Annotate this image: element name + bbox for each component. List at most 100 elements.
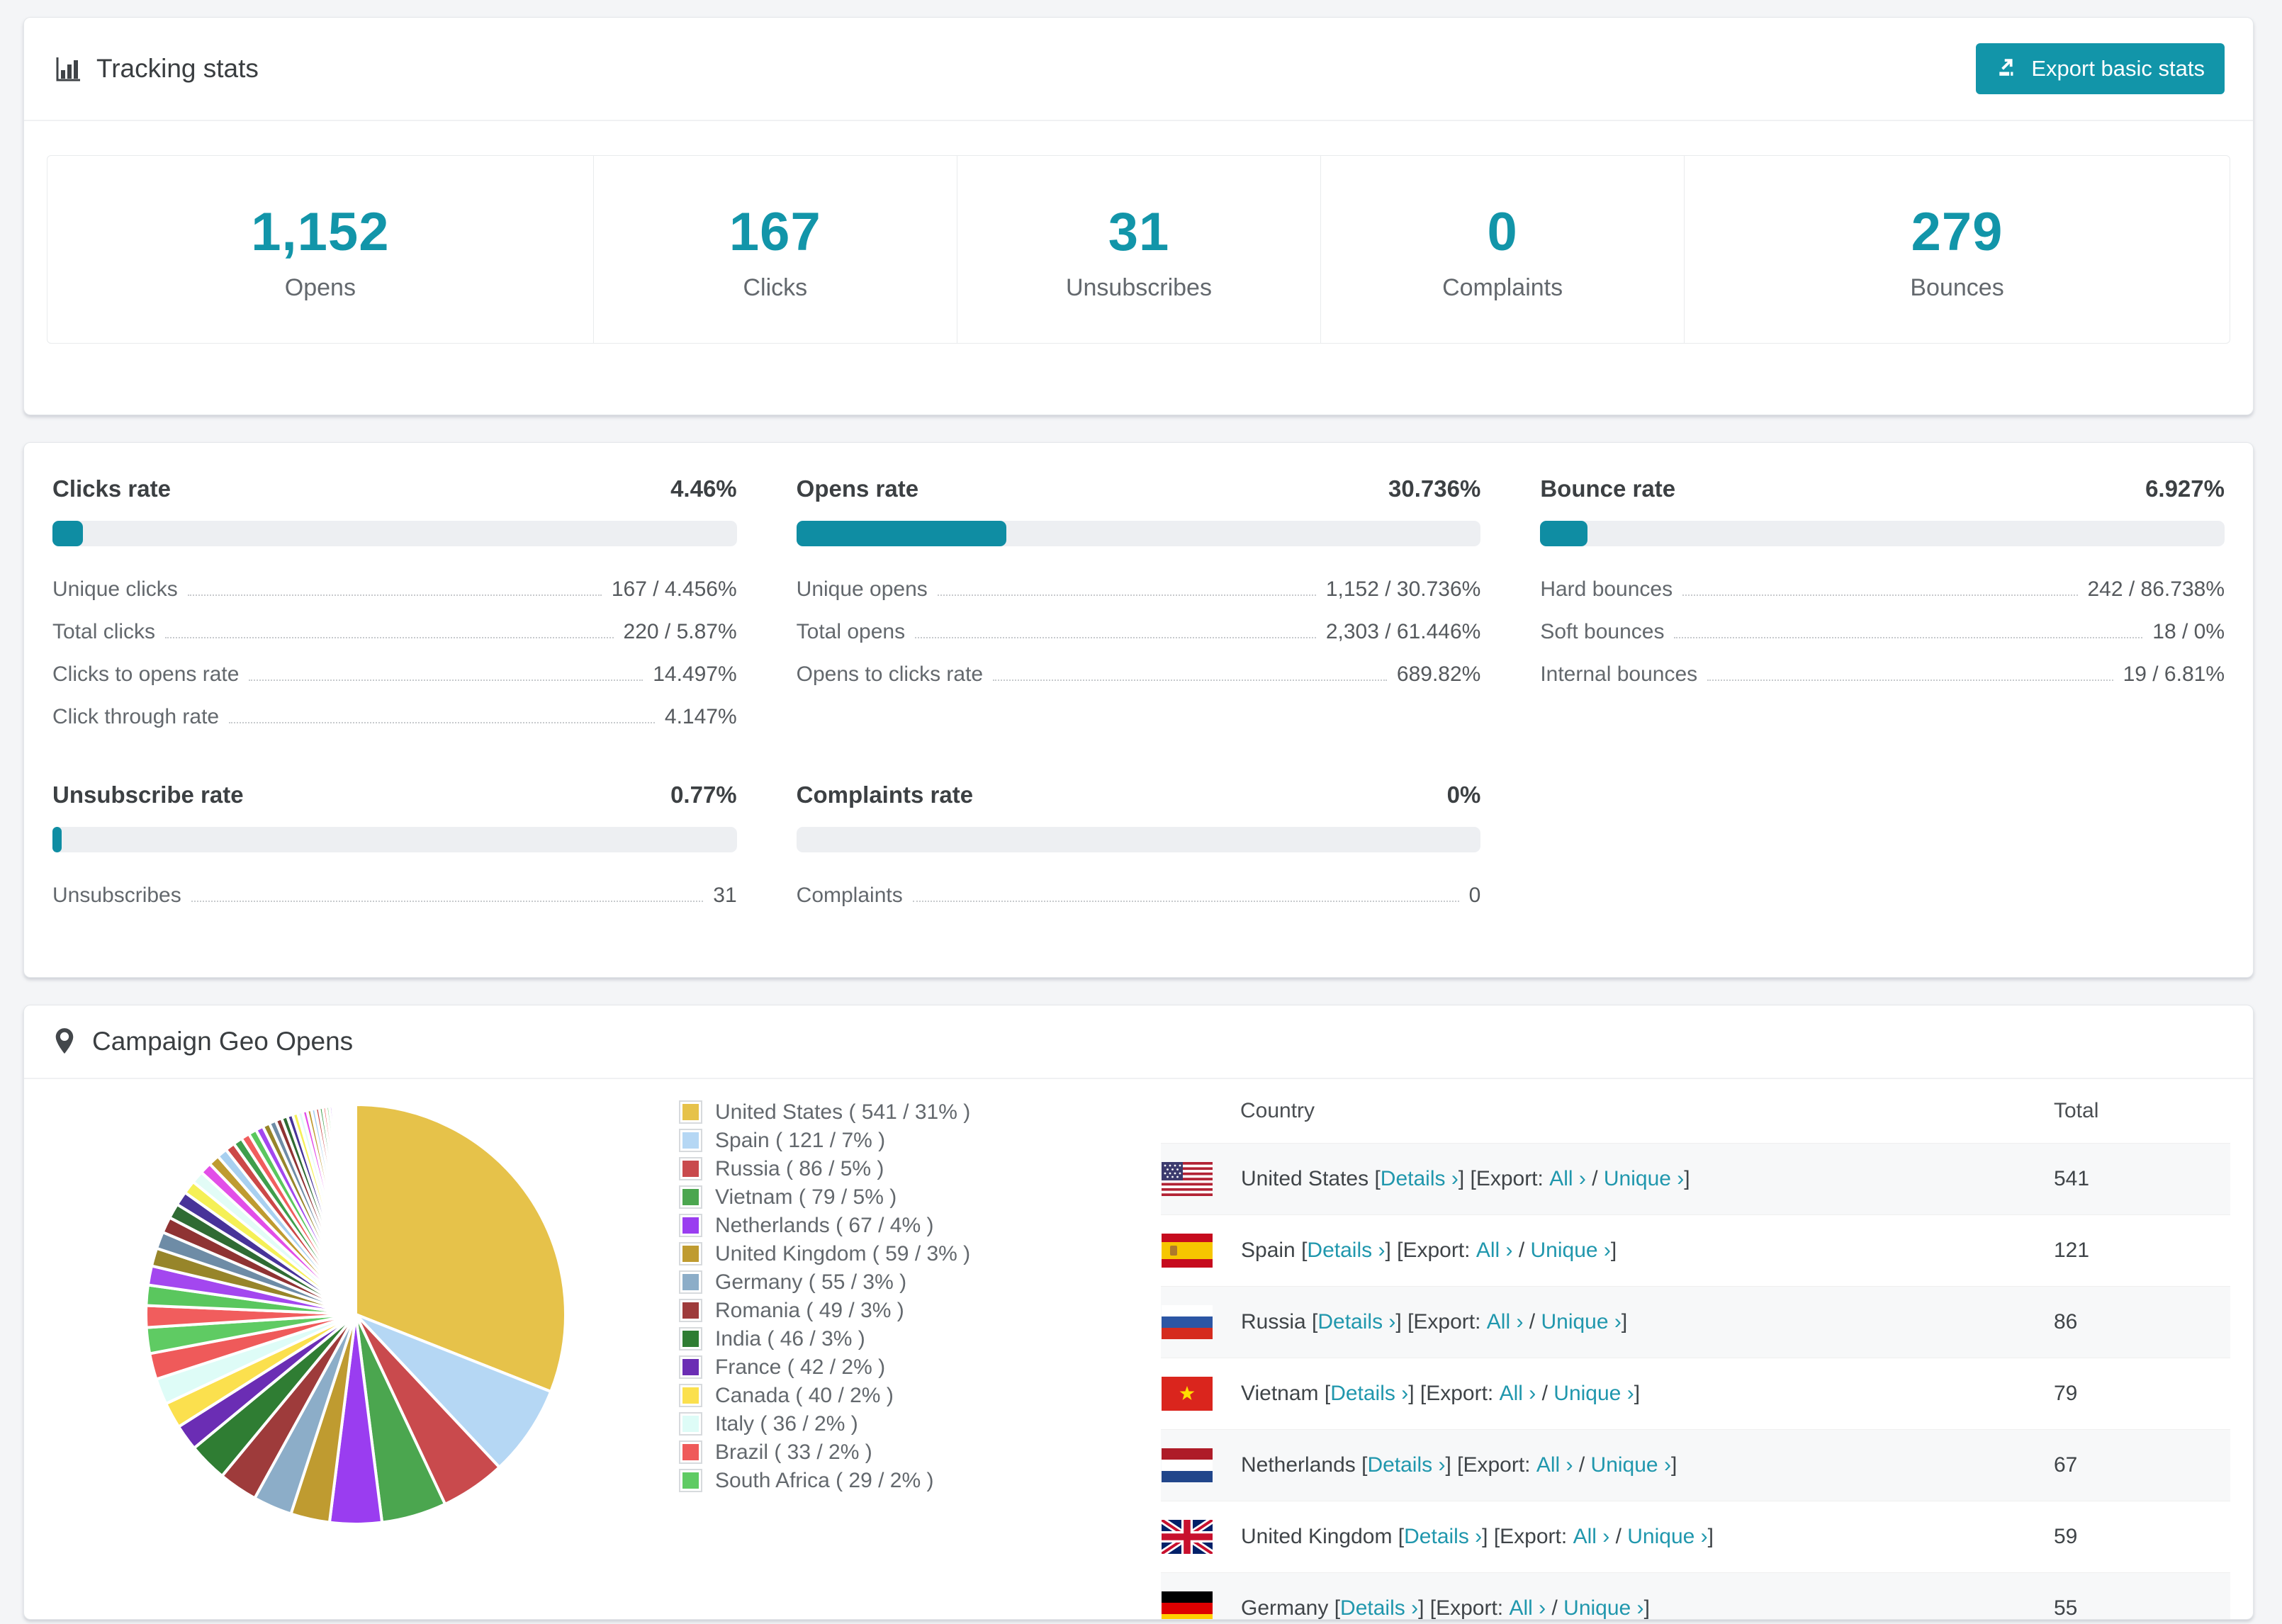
rate-head: Bounce rate 6.927%: [1540, 475, 2225, 502]
bracket: ]: [1621, 1310, 1628, 1333]
legend-item: Germany ( 55 / 3% ): [679, 1270, 1047, 1294]
legend-item: India ( 46 / 3% ): [679, 1327, 1047, 1350]
rate-row-label: Unsubscribes: [52, 884, 181, 907]
country-name: Vietnam: [1241, 1382, 1319, 1405]
stat-value: 0: [1487, 202, 1518, 262]
separator: /: [1573, 1453, 1591, 1477]
stat-value: 279: [1911, 202, 2003, 262]
legend-swatch: [679, 1270, 702, 1294]
country-cell: Russia [Details ›] [Export: All › / Uniq…: [1161, 1287, 2053, 1358]
rate-row: Hard bounces 242 / 86.738%: [1540, 577, 2225, 602]
legend-swatch: [679, 1412, 702, 1436]
tracking-stats-header: Tracking stats Export basic stats: [24, 18, 2253, 121]
legend-swatch: [679, 1440, 702, 1464]
details-link[interactable]: Details ›: [1307, 1239, 1385, 1263]
total-cell: 59: [2054, 1525, 2078, 1548]
rate-title: Unsubscribe rate: [52, 782, 244, 808]
export-basic-stats-button[interactable]: Export basic stats: [1976, 43, 2225, 94]
stat-value: 167: [729, 202, 821, 262]
rate-progress-fill: [796, 521, 1007, 546]
country-cell: Netherlands [Details ›] [Export: All › /…: [1161, 1430, 2053, 1501]
legend-label: Russia ( 86 / 5% ): [715, 1157, 884, 1180]
legend-swatch-color: [682, 1331, 699, 1347]
dotted-leader: [187, 594, 602, 596]
rate-row: Unique opens 1,152 / 30.736%: [797, 577, 1481, 602]
legend-label: Canada ( 40 / 2% ): [715, 1384, 894, 1407]
stats-row: 1,152 Opens 167 Clicks 31 Unsubscribes 0 Compla…: [47, 155, 2230, 344]
export-all-link[interactable]: All ›: [1476, 1239, 1513, 1263]
details-link[interactable]: Details ›: [1381, 1167, 1458, 1191]
dotted-leader: [1682, 594, 2078, 596]
legend-item: France ( 42 / 2% ): [679, 1355, 1047, 1379]
export-all-link[interactable]: All ›: [1536, 1453, 1573, 1477]
bracket: ]: [1684, 1167, 1690, 1190]
dotted-leader: [249, 680, 643, 681]
country-cell-content: United States [Details ›] [Export: All ›…: [1162, 1144, 2052, 1214]
export-unique-link[interactable]: Unique ›: [1531, 1239, 1611, 1263]
legend-item: Italy ( 36 / 2% ): [679, 1412, 1047, 1436]
geo-body: United States ( 541 / 31% ) Spain ( 121 /…: [24, 1079, 2253, 1619]
rate-rows: Unique clicks 167 / 4.456% Total clicks 220…: [52, 577, 737, 729]
details-link[interactable]: Details ›: [1404, 1525, 1482, 1549]
rate-title: Opens rate: [796, 475, 919, 502]
export-all-link[interactable]: All ›: [1573, 1525, 1610, 1549]
tracking-stats-card: Tracking stats Export basic stats 1,152 O…: [23, 17, 2254, 415]
legend-swatch-color: [682, 1132, 699, 1149]
separator: /: [1523, 1310, 1541, 1333]
export-unique-link[interactable]: Unique ›: [1627, 1525, 1707, 1549]
es-flag-icon: [1162, 1234, 1213, 1268]
legend-swatch-color: [682, 1359, 699, 1375]
details-link[interactable]: Details ›: [1330, 1382, 1408, 1406]
details-link[interactable]: Details ›: [1317, 1310, 1395, 1334]
bracket: ]: [1634, 1382, 1641, 1405]
country-name: United Kingdom: [1241, 1525, 1393, 1548]
bracket: ]: [1610, 1239, 1617, 1262]
country-name: Russia: [1241, 1310, 1306, 1333]
rate-progress-bar: [1540, 521, 2225, 546]
legend-label: United Kingdom ( 59 / 3% ): [715, 1242, 971, 1265]
legend-label: United States ( 541 / 31% ): [715, 1100, 971, 1124]
export-all-link[interactable]: All ›: [1549, 1167, 1586, 1191]
country-cell-content: Germany [Details ›] [Export: All › / Uni…: [1162, 1574, 2052, 1619]
separator: /: [1536, 1382, 1554, 1405]
us-flag-icon: [1162, 1162, 1213, 1196]
table-row-vn: Vietnam [Details ›] [Export: All › / Uni…: [1161, 1358, 2230, 1430]
details-link[interactable]: Details ›: [1340, 1596, 1418, 1619]
country-cell-content: Spain [Details ›] [Export: All › / Uniqu…: [1162, 1216, 2052, 1285]
stat-clicks: 167 Clicks: [592, 156, 957, 343]
export-all-link[interactable]: All ›: [1487, 1310, 1524, 1334]
export-all-link[interactable]: All ›: [1509, 1596, 1546, 1619]
map-pin-icon: [52, 1027, 77, 1056]
geo-table-wrap: Country Total United States [Details ›] …: [1161, 1079, 2230, 1619]
export-all-link[interactable]: All ›: [1500, 1382, 1536, 1406]
stat-label: Bounces: [1910, 274, 2004, 301]
rate-title: Bounce rate: [1540, 475, 1676, 502]
rate-row: Total clicks 220 / 5.87%: [52, 620, 737, 644]
rate-row-label: Opens to clicks rate: [796, 662, 984, 686]
geo-legend: United States ( 541 / 31% ) Spain ( 121 /…: [679, 1100, 1047, 1492]
export-unique-link[interactable]: Unique ›: [1604, 1167, 1684, 1191]
legend-swatch: [679, 1299, 702, 1322]
legend-swatch-color: [682, 1161, 699, 1177]
rate-value: 4.46%: [670, 475, 737, 502]
legend-swatch-color: [682, 1246, 699, 1262]
rate-row: Soft bounces 18 / 0%: [1540, 620, 2225, 644]
geo-title-text: Campaign Geo Opens: [92, 1027, 354, 1056]
export-unique-link[interactable]: Unique ›: [1591, 1453, 1671, 1477]
rate-head: Opens rate 30.736%: [797, 475, 1481, 502]
export-unique-link[interactable]: Unique ›: [1553, 1382, 1634, 1406]
export-prefix: ] [Export:: [1482, 1525, 1573, 1548]
table-row-us: United States [Details ›] [Export: All ›…: [1161, 1143, 2230, 1215]
export-unique-link[interactable]: Unique ›: [1541, 1310, 1621, 1334]
export-prefix: ] [Export:: [1458, 1167, 1550, 1190]
rate-progress-bar: [796, 521, 1481, 546]
country-cell: Vietnam [Details ›] [Export: All › / Uni…: [1161, 1358, 2053, 1430]
country-cell-content: Vietnam [Details ›] [Export: All › / Uni…: [1162, 1359, 2052, 1428]
details-link[interactable]: Details ›: [1367, 1453, 1445, 1477]
rate-rows: Unique opens 1,152 / 30.736% Total opens 2,…: [797, 577, 1481, 687]
legend-swatch-color: [682, 1274, 699, 1290]
country-cell: Germany [Details ›] [Export: All › / Uni…: [1161, 1573, 2053, 1619]
export-unique-link[interactable]: Unique ›: [1563, 1596, 1643, 1619]
dotted-leader: [915, 637, 1316, 638]
export-button-label: Export basic stats: [2031, 56, 2205, 81]
